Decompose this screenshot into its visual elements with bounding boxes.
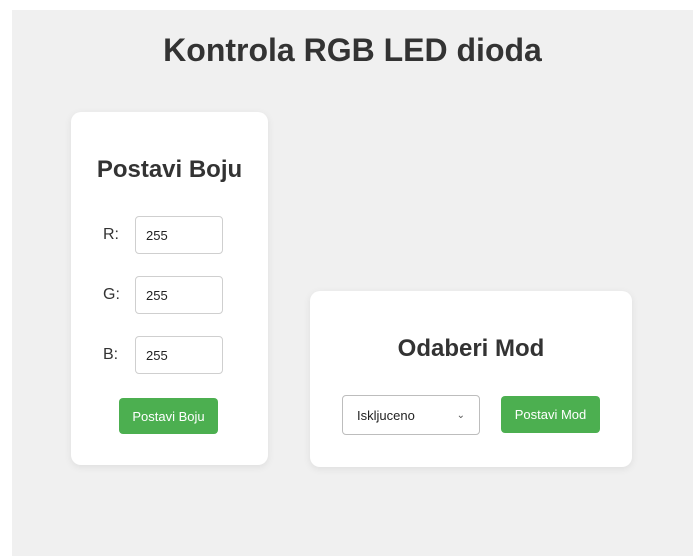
mode-select[interactable]: Iskljuceno ⌄ [342, 395, 480, 435]
page-title: Kontrola RGB LED dioda [163, 32, 542, 68]
b-label: B: [103, 346, 119, 363]
g-label: G: [103, 286, 120, 303]
mode-select-value: Iskljuceno [357, 407, 415, 423]
set-color-button[interactable]: Postavi Boju [119, 398, 218, 434]
r-input[interactable] [135, 216, 223, 254]
chevron-down-icon: ⌄ [456, 409, 465, 421]
set-mode-button[interactable]: Postavi Mod [501, 396, 600, 433]
mode-card: Odaberi Mod Iskljuceno ⌄ Postavi Mod [310, 291, 632, 467]
b-input[interactable] [135, 336, 223, 374]
r-label: R: [103, 226, 119, 243]
color-card-title: Postavi Boju [96, 156, 243, 183]
mode-card-title: Odaberi Mod [397, 335, 545, 362]
g-input[interactable] [135, 276, 223, 314]
page-background: Kontrola RGB LED dioda Postavi Boju R: G… [12, 10, 693, 556]
color-card: Postavi Boju R: G: B: Postavi Boju [71, 112, 268, 465]
